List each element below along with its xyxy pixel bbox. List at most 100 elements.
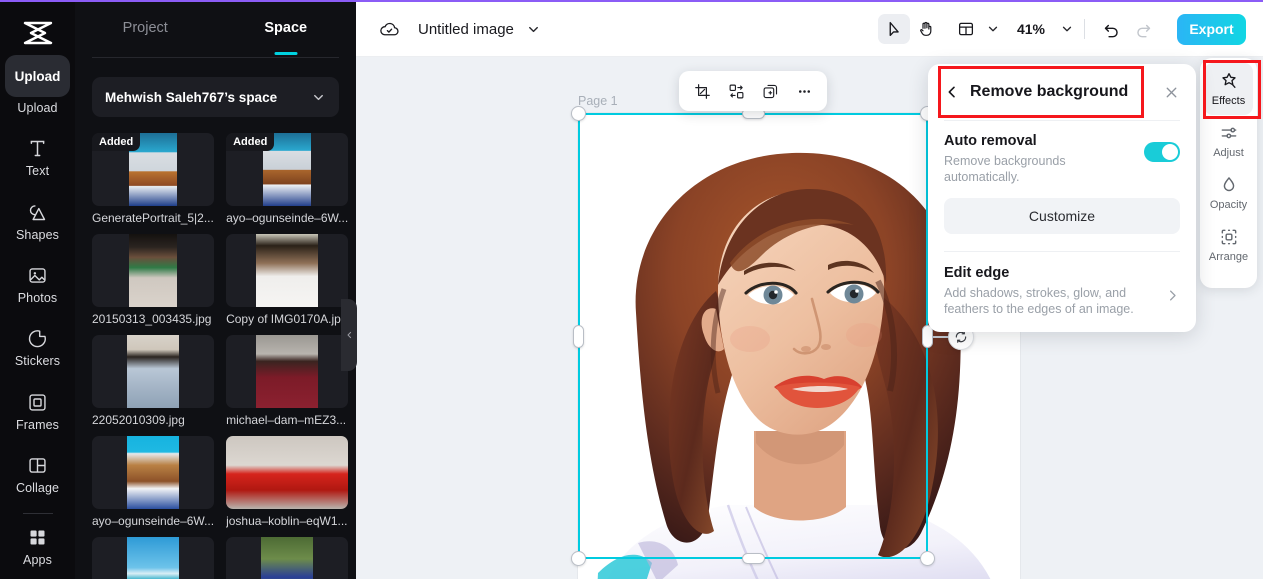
capcut-logo-icon[interactable] [16, 12, 60, 54]
sidebar-item-photos[interactable]: Photos [0, 253, 75, 316]
sidebar-item-label: Upload [17, 100, 58, 115]
resize-handle-left-center[interactable] [573, 325, 584, 348]
upload-tooltip: Upload [5, 55, 70, 97]
adjust-sliders-icon [1221, 127, 1236, 139]
document-title-chevron-down-icon[interactable] [526, 22, 541, 37]
right-rail-item-label: Opacity [1209, 199, 1248, 211]
media-item[interactable] [92, 537, 215, 579]
layout-icon [958, 22, 974, 36]
panel-close-button[interactable] [1163, 84, 1180, 101]
resize-handle-bottom-right[interactable] [920, 551, 935, 566]
media-item[interactable]: Copy of IMG0170A.jpg [226, 234, 349, 326]
document-title[interactable]: Untitled image [418, 21, 514, 38]
media-thumbnail[interactable] [92, 537, 215, 579]
sidebar-item-collage[interactable]: Collage [0, 443, 75, 506]
sidebar-item-frames[interactable]: Frames [0, 380, 75, 443]
layout-tool-button[interactable] [950, 14, 982, 44]
right-rail-item-arrange[interactable]: Arrange [1204, 219, 1253, 271]
sidebar-item-stickers[interactable]: Stickers [0, 317, 75, 380]
media-thumbnail[interactable] [92, 436, 215, 509]
media-item[interactable]: 22052010309.jpg [92, 335, 215, 427]
left-tool-rail: Upload Text Shapes Photos Stickers Frame… [0, 0, 75, 579]
duplicate-button[interactable] [756, 77, 784, 105]
panel-back-button[interactable] [944, 84, 960, 100]
capcut-image-editor: Upload Text Shapes Photos Stickers Frame… [0, 0, 1263, 579]
auto-removal-section: Auto removal Remove backgrounds automati… [928, 121, 1196, 185]
replace-button[interactable] [722, 77, 750, 105]
right-rail-item-label: Effects [1211, 95, 1246, 107]
more-options-button[interactable] [790, 77, 818, 105]
space-selector[interactable]: Mehwish Saleh767’s space [92, 77, 339, 117]
media-thumbnail[interactable] [226, 537, 349, 579]
chevron-down-icon [314, 94, 323, 100]
collage-icon [29, 458, 46, 473]
more-horizontal-icon [798, 89, 810, 93]
media-item[interactable]: michael–dam–mEZ3... [226, 335, 349, 427]
redo-icon [1136, 24, 1150, 37]
thumbnail-image [261, 537, 314, 579]
resize-handle-top-left[interactable] [571, 106, 586, 121]
arrange-icon [1221, 229, 1236, 245]
duplicate-add-icon [763, 84, 777, 98]
sidebar-item-label: Shapes [16, 227, 59, 242]
effects-sparkle-icon [1221, 73, 1236, 89]
media-item-name: joshua–koblin–eqW1... [226, 514, 348, 528]
replace-icon [729, 84, 743, 98]
layout-tool-group [950, 14, 1000, 44]
media-item[interactable]: Added ayo–ogunseinde–6W... [226, 133, 349, 225]
sidebar-item-shapes[interactable]: Shapes [0, 190, 75, 253]
right-rail-item-opacity[interactable]: Opacity [1204, 167, 1253, 219]
media-thumbnail[interactable] [226, 436, 349, 509]
media-panel: Project Space Mehwish Saleh767’s space A… [75, 0, 356, 579]
zoom-level[interactable]: 41% [1014, 21, 1048, 37]
resize-handle-bottom-center[interactable] [742, 553, 765, 564]
media-thumbnail[interactable] [226, 335, 349, 408]
layout-chevron-down-icon[interactable] [986, 22, 1000, 36]
tabs-divider [92, 57, 339, 58]
media-thumbnail[interactable]: Added [226, 133, 349, 206]
cloud-saved-icon[interactable] [379, 19, 400, 40]
select-tool-button[interactable] [878, 14, 910, 44]
sidebar-item-text[interactable]: Text [0, 127, 75, 190]
auto-removal-toggle[interactable] [1144, 142, 1180, 162]
edit-edge-title: Edit edge [944, 265, 1010, 281]
tab-space[interactable]: Space [216, 0, 357, 57]
redo-button[interactable] [1127, 14, 1159, 44]
crop-icon [694, 83, 710, 99]
hand-tool-button[interactable] [910, 14, 942, 44]
added-badge: Added [226, 133, 275, 151]
hand-icon [920, 21, 932, 36]
media-item[interactable]: Added GeneratePortrait_5|2... [92, 133, 215, 225]
auto-removal-subtitle: Remove backgrounds automatically. [944, 154, 1066, 184]
right-rail-item-effects[interactable]: Effects [1204, 63, 1253, 115]
media-item[interactable] [226, 537, 349, 579]
panel-header: Remove background [928, 64, 1196, 120]
media-item[interactable]: ayo–ogunseinde–6W... [92, 436, 215, 528]
media-thumbnail[interactable] [92, 335, 215, 408]
media-grid: Added GeneratePortrait_5|2... Added ayo–… [92, 133, 349, 579]
right-tool-rail: Effects Adjust Opacity Arrange [1200, 58, 1257, 288]
sidebar-item-apps[interactable]: Apps [0, 516, 75, 579]
right-rail-item-adjust[interactable]: Adjust [1204, 115, 1253, 167]
undo-icon [1104, 24, 1118, 37]
media-item[interactable]: 20150313_003435.jpg [92, 234, 215, 326]
media-item[interactable]: joshua–koblin–eqW1... [226, 436, 349, 528]
object-toolbar [679, 71, 827, 111]
edit-edge-section[interactable]: Edit edge Add shadows, strokes, glow, an… [928, 252, 1196, 317]
media-thumbnail[interactable] [92, 234, 215, 307]
page-label: Page 1 [578, 94, 618, 108]
top-accent-line [0, 0, 1263, 2]
media-item-name: 20150313_003435.jpg [92, 312, 212, 326]
export-button[interactable]: Export [1177, 13, 1246, 45]
crop-button[interactable] [688, 77, 716, 105]
thumbnail-image [256, 234, 319, 307]
undo-button[interactable] [1095, 14, 1127, 44]
resize-handle-bottom-left[interactable] [571, 551, 586, 566]
media-item-name: 22052010309.jpg [92, 413, 185, 427]
collapse-panel-button[interactable] [341, 299, 357, 371]
customize-button[interactable]: Customize [944, 198, 1180, 234]
media-thumbnail[interactable]: Added [92, 133, 215, 206]
media-thumbnail[interactable] [226, 234, 349, 307]
zoom-chevron-down-icon[interactable] [1060, 22, 1074, 36]
tab-project[interactable]: Project [75, 0, 216, 57]
